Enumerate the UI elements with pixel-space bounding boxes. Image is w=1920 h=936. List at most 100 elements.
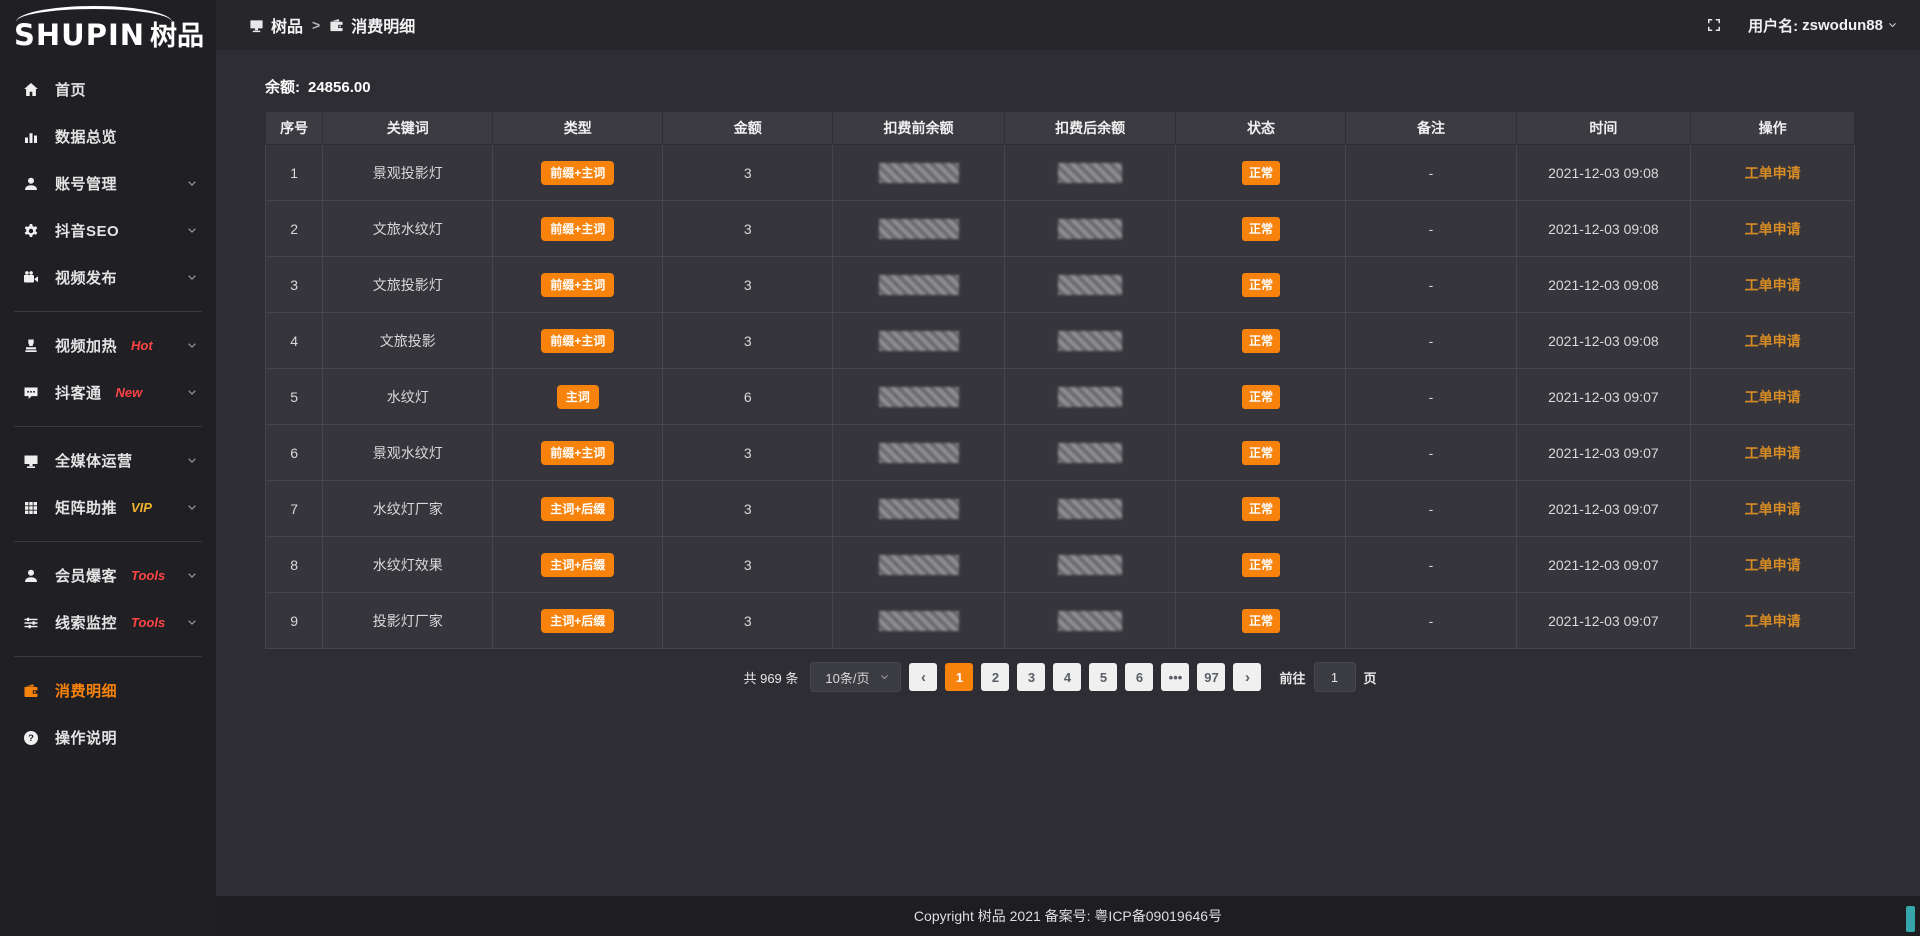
masked-balance-before bbox=[879, 163, 959, 183]
work-order-link[interactable]: 工单申请 bbox=[1745, 389, 1801, 405]
user-menu[interactable]: 用户名: zswodun88 bbox=[1748, 15, 1898, 36]
sliders-icon bbox=[22, 615, 40, 631]
sidebar-item-matrix-boost[interactable]: 矩阵助推VIP bbox=[0, 484, 216, 531]
sidebar-item-label: 数据总览 bbox=[55, 126, 117, 147]
monitor-icon bbox=[249, 18, 264, 33]
page-button-6[interactable]: 6 bbox=[1125, 663, 1153, 691]
status-badge: 正常 bbox=[1242, 385, 1280, 409]
cell-type: 主词+后缀 bbox=[493, 593, 663, 649]
sidebar-item-douyin-seo[interactable]: 抖音SEO bbox=[0, 207, 216, 254]
work-order-link[interactable]: 工单申请 bbox=[1745, 557, 1801, 573]
work-order-link[interactable]: 工单申请 bbox=[1745, 445, 1801, 461]
page-button-2[interactable]: 2 bbox=[981, 663, 1009, 691]
work-order-link[interactable]: 工单申请 bbox=[1745, 333, 1801, 349]
cell-balance-after bbox=[1004, 201, 1176, 257]
sidebar-item-label: 矩阵助推 bbox=[55, 497, 117, 518]
breadcrumb-separator: > bbox=[312, 17, 320, 33]
fullscreen-icon[interactable] bbox=[1706, 17, 1722, 33]
masked-balance-after bbox=[1058, 499, 1122, 519]
pagination-total: 共 969 条 bbox=[743, 668, 798, 687]
cell-remark: - bbox=[1346, 201, 1516, 257]
page-size-select[interactable]: 10条/页 bbox=[810, 662, 901, 692]
top-header: 树品 > 消费明细 用户名: zswodun88 bbox=[216, 0, 1920, 50]
cell-type: 前缀+主词 bbox=[493, 313, 663, 369]
status-badge: 正常 bbox=[1242, 161, 1280, 185]
cell-time: 2021-12-03 09:08 bbox=[1516, 257, 1691, 313]
sidebar-item-member-burst[interactable]: 会员爆客Tools bbox=[0, 552, 216, 599]
cell-keyword: 景观水纹灯 bbox=[323, 425, 493, 481]
sidebar-item-label: 首页 bbox=[55, 79, 86, 100]
goto-page-input[interactable] bbox=[1314, 662, 1356, 692]
masked-balance-before bbox=[879, 555, 959, 575]
cell-remark: - bbox=[1346, 425, 1516, 481]
page-button-97[interactable]: 97 bbox=[1197, 663, 1225, 691]
column-header: 备注 bbox=[1346, 112, 1516, 145]
sidebar-item-all-media[interactable]: 全媒体运营 bbox=[0, 437, 216, 484]
masked-balance-after bbox=[1058, 611, 1122, 631]
sidebar-item-badge: Tools bbox=[131, 615, 165, 630]
pagination-prev-button[interactable]: ‹ bbox=[909, 663, 937, 691]
page-button-5[interactable]: 5 bbox=[1089, 663, 1117, 691]
cell-amount: 6 bbox=[663, 369, 833, 425]
sidebar-item-video-heat[interactable]: 视频加热Hot bbox=[0, 322, 216, 369]
sidebar-item-operation-guide[interactable]: ?操作说明 bbox=[0, 714, 216, 761]
cell-action: 工单申请 bbox=[1691, 313, 1855, 369]
sidebar-item-data-overview[interactable]: 数据总览 bbox=[0, 113, 216, 160]
chevron-down-icon bbox=[186, 178, 198, 190]
cell-balance-before bbox=[833, 369, 1005, 425]
cell-type: 主词+后缀 bbox=[493, 537, 663, 593]
page-button-1[interactable]: 1 bbox=[945, 663, 973, 691]
work-order-link[interactable]: 工单申请 bbox=[1745, 501, 1801, 517]
sidebar-item-label: 会员爆客 bbox=[55, 565, 117, 586]
type-badge: 前缀+主词 bbox=[541, 217, 614, 241]
type-badge: 主词 bbox=[557, 385, 599, 409]
wallet-icon bbox=[329, 18, 344, 33]
work-order-link[interactable]: 工单申请 bbox=[1745, 165, 1801, 181]
cell-type: 主词+后缀 bbox=[493, 481, 663, 537]
pagination-ellipsis[interactable]: ••• bbox=[1161, 663, 1189, 691]
page-button-4[interactable]: 4 bbox=[1053, 663, 1081, 691]
work-order-link[interactable]: 工单申请 bbox=[1745, 277, 1801, 293]
grid-icon bbox=[22, 500, 40, 516]
cell-type: 前缀+主词 bbox=[493, 425, 663, 481]
wallet-icon bbox=[22, 683, 40, 699]
sidebar-item-lead-monitor[interactable]: 线索监控Tools bbox=[0, 599, 216, 646]
page-button-3[interactable]: 3 bbox=[1017, 663, 1045, 691]
masked-balance-after bbox=[1058, 443, 1122, 463]
pagination-goto: 前往 页 bbox=[1279, 662, 1376, 692]
sidebar-item-consume-detail[interactable]: 消费明细 bbox=[0, 667, 216, 714]
status-badge: 正常 bbox=[1242, 497, 1280, 521]
cell-no: 4 bbox=[266, 313, 323, 369]
work-order-link[interactable]: 工单申请 bbox=[1745, 613, 1801, 629]
breadcrumb-item[interactable]: 消费明细 bbox=[329, 13, 415, 37]
sidebar-item-label: 消费明细 bbox=[55, 680, 117, 701]
sidebar-divider bbox=[14, 541, 202, 542]
chevron-down-icon bbox=[186, 570, 198, 582]
cell-no: 7 bbox=[266, 481, 323, 537]
side-widget[interactable] bbox=[1906, 906, 1915, 932]
app-logo[interactable]: SHUPIN树品 bbox=[0, 0, 216, 58]
breadcrumb-item[interactable]: 树品 bbox=[249, 13, 303, 37]
cell-amount: 3 bbox=[663, 257, 833, 313]
cell-keyword: 水纹灯厂家 bbox=[323, 481, 493, 537]
cell-status: 正常 bbox=[1176, 537, 1346, 593]
sidebar: SHUPIN树品 首页数据总览账号管理抖音SEO视频发布视频加热Hot抖客通Ne… bbox=[0, 0, 216, 936]
balance-value: 24856.00 bbox=[308, 79, 371, 96]
pagination-next-button[interactable]: › bbox=[1233, 663, 1261, 691]
sidebar-item-home[interactable]: 首页 bbox=[0, 66, 216, 113]
cell-balance-after bbox=[1004, 537, 1176, 593]
sidebar-item-video-publish[interactable]: 视频发布 bbox=[0, 254, 216, 301]
cell-amount: 3 bbox=[663, 593, 833, 649]
sidebar-item-account-manage[interactable]: 账号管理 bbox=[0, 160, 216, 207]
column-header: 关键词 bbox=[323, 112, 493, 145]
cell-time: 2021-12-03 09:08 bbox=[1516, 313, 1691, 369]
column-header: 操作 bbox=[1691, 112, 1855, 145]
work-order-link[interactable]: 工单申请 bbox=[1745, 221, 1801, 237]
sidebar-divider bbox=[14, 656, 202, 657]
sidebar-item-douketong[interactable]: 抖客通New bbox=[0, 369, 216, 416]
pagination: 共 969 条 10条/页 ‹ 123456 ••• 97 › 前往 页 bbox=[265, 662, 1855, 692]
cell-remark: - bbox=[1346, 257, 1516, 313]
cell-no: 1 bbox=[266, 145, 323, 201]
cell-status: 正常 bbox=[1176, 145, 1346, 201]
username-label: 用户名: bbox=[1748, 15, 1798, 36]
